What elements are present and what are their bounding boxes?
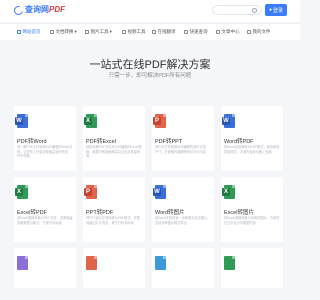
excel-doc-icon: X [84,114,97,128]
tool-card-ppt-to-pdf[interactable]: P PPT转PDF 将PPT演示文档转换为PDF格式，完整保留幻灯片内容，便于打… [83,177,145,242]
doc-letter: P [84,188,92,196]
card-description: 将Excel表格转换为PDF文件，完美保留表格数据与格式，方便分享阅读 [17,216,73,225]
tool-card[interactable] [152,248,214,288]
card-title: Word转图片 [155,210,185,216]
doc-icon [224,256,235,270]
excel-doc-icon: X [222,185,235,199]
doc-icon [155,256,166,270]
nav-item-home[interactable]: 网站首页 [17,27,41,36]
card-description: 将PDF文件转换为可编辑的演示文档PPT，方便随时编辑修改幻灯片内容 [155,145,206,154]
nav-item-convert[interactable]: 文档转换 ▾ [50,27,77,36]
nav-item-article[interactable]: 文章中心 [216,27,240,36]
nav-label: 网站首页 [22,28,41,34]
tool-card-pdf-to-word[interactable]: W PDF转Word 将一款PDF文件转换为可编辑的Word文档，让您的工作更加… [14,106,76,171]
doc-letter: W [15,117,23,125]
doc-icon [86,256,97,270]
doc-letter: W [222,117,230,125]
search-input[interactable] [212,5,262,15]
user-icon: ● [268,7,272,13]
word-doc-icon: W [222,114,235,128]
page-subtitle: 只需一步，即可解决PDF所有问题 [108,73,192,79]
translate-icon [152,29,156,34]
tool-card-pdf-to-ppt[interactable]: P PDF转PPT 将PDF文件转换为可编辑的演示文档PPT，方便随时编辑修改幻… [152,106,214,171]
doc-letter: X [84,117,92,125]
tool-card[interactable] [83,248,145,288]
nav-label: 文章中心 [221,28,240,34]
logo-name: 查询网 [25,5,49,14]
tool-card[interactable] [14,248,76,288]
excel-doc-icon: X [15,185,28,199]
nav-item-image[interactable]: 图片工具 ▾ [85,27,112,36]
nav-label: 视频工具 [127,28,146,34]
convert-icon [50,29,54,34]
nav-label: 我的文件 [252,28,271,34]
nav-item-video[interactable]: 视频工具 [122,27,146,36]
doc-letter: X [222,188,230,196]
tool-card-word-to-image[interactable]: W Word转图片 将Word文档的每一页转换为高清图片，支持多种图片格式导出 [152,177,214,242]
card-description: 将PPT演示文档转换为PDF格式，完整保留幻灯片内容，便于打印和传阅 [86,216,141,225]
nav-label: 在线翻译 [157,28,176,34]
video-icon [122,29,126,34]
doc-letter: X [15,188,23,196]
doc-icon [17,256,28,270]
image-icon [85,29,89,34]
ppt-doc-icon: P [153,114,166,128]
card-title: Excel转图片 [224,210,254,216]
word-doc-icon: W [153,185,166,199]
card-title: PDF转Excel [86,139,116,145]
search-icon[interactable] [252,8,257,13]
file-icon [247,29,251,34]
card-description: 轻松转换PDF文件成为可编辑的Excel表格，数据识别准确率高并且支持批量转换 [86,145,142,159]
article-icon [216,29,220,34]
card-title: PPT转PDF [86,210,114,216]
login-button[interactable]: ● 登录 [265,4,287,16]
ppt-doc-icon: P [84,185,97,199]
logo-text: 查询网PDF [25,5,65,15]
card-title: PDF转PPT [155,139,183,145]
logo-pdf: PDF [49,5,65,14]
page-title: 一站式在线PDF解决方案 [89,59,211,71]
logo-icon [12,3,25,17]
login-label: 登录 [273,7,284,14]
nav-label: 文档转换 [55,28,74,34]
query-icon [184,29,188,34]
site-logo[interactable]: 查询网PDF [12,3,65,17]
card-description: 将Word文档的每一页转换为高清图片，支持多种图片格式导出 [155,216,211,225]
card-description: 将Excel表格转换为清晰的图片，方便在社交平台分享数据内容 [224,216,280,225]
tool-card-excel-to-pdf[interactable]: X Excel转PDF 将Excel表格转换为PDF文件，完美保留表格数据与格式… [14,177,76,242]
card-title: Word转PDF [224,139,254,145]
doc-letter: W [153,188,161,196]
doc-letter: P [153,117,161,125]
main-nav: 网站首页 文档转换 ▾ 图片工具 ▾ 视频工具 在线翻译 快速查询 文章中心 我的文… [0,23,300,40]
tool-card-word-to-pdf[interactable]: W Word转PDF 将Word文档转换为PDF格式，保持原有排版样式，方便在各… [221,106,283,171]
tool-card-excel-to-image[interactable]: X Excel转图片 将Excel表格转换为清晰的图片，方便在社交平台分享数据内… [221,177,283,242]
card-description: 将Word文档转换为PDF格式，保持原有排版样式，方便在各种设备上查看 [224,145,280,154]
card-description: 将一款PDF文件转换为可编辑的Word文档，让您的工作更加快捷高效的完成PDF转… [17,145,73,159]
top-header: 查询网PDF ● 登录 [0,0,300,22]
nav-label: 图片工具 [90,28,109,34]
nav-item-translate[interactable]: 在线翻译 [152,27,176,36]
card-title: PDF转Word [17,139,47,145]
tool-card[interactable] [221,248,283,288]
word-doc-icon: W [15,114,28,128]
tool-card-pdf-to-excel[interactable]: X PDF转Excel 轻松转换PDF文件成为可编辑的Excel表格，数据识别准… [83,106,145,171]
nav-label: 快速查询 [189,28,208,34]
home-icon [17,29,21,34]
nav-item-query[interactable]: 快速查询 [184,27,208,36]
card-title: Excel转PDF [17,210,47,216]
nav-item-files[interactable]: 我的文件 [247,27,271,36]
